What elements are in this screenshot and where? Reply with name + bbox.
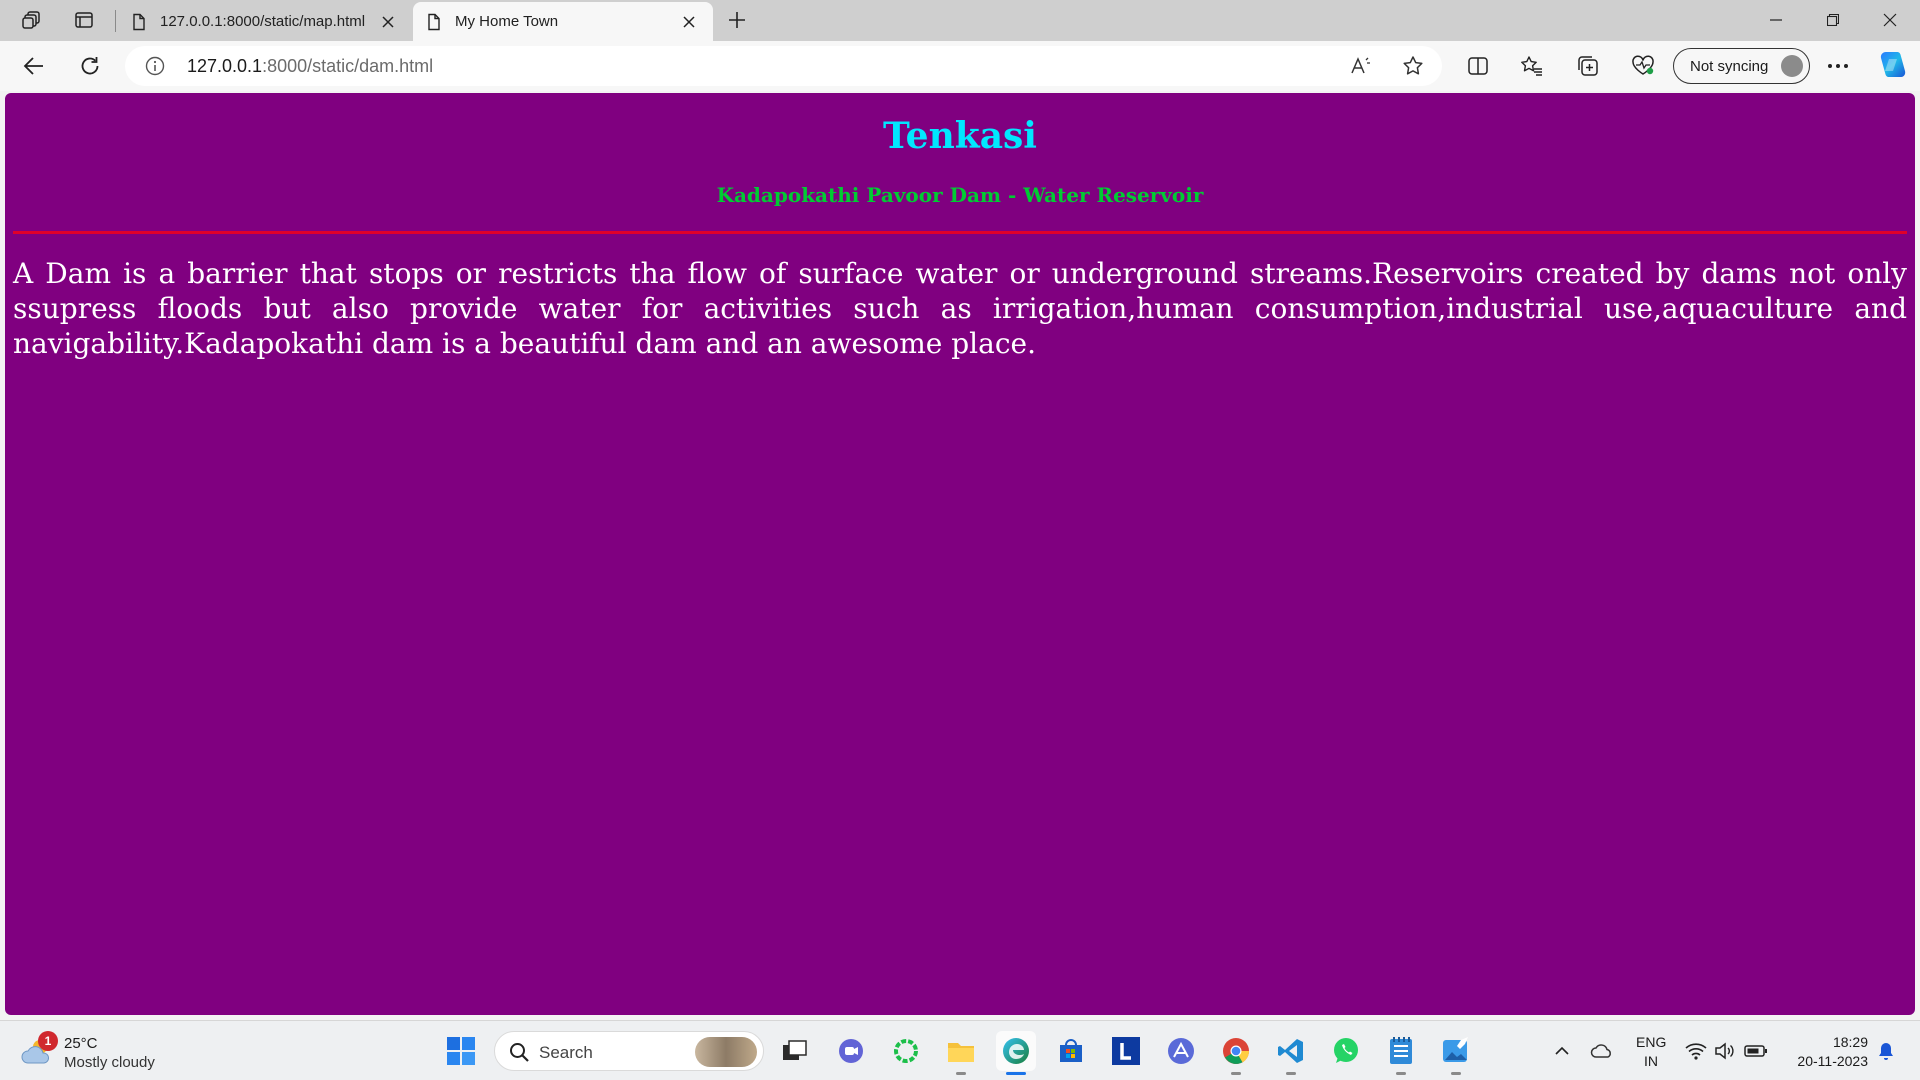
whatsapp-button[interactable] [1326,1031,1366,1071]
vscode-button[interactable] [1271,1031,1311,1075]
notepad-icon [1390,1037,1412,1064]
profile-avatar [1781,55,1803,77]
workspaces-icon[interactable] [14,4,50,36]
page-subtitle: Kadapokathi Pavoor Dam - Water Reservoir [716,183,1204,207]
photos-paint-icon [1443,1037,1468,1062]
system-clock[interactable]: 18:29 20-11-2023 [1784,1033,1868,1071]
volume-icon[interactable] [1713,1039,1737,1063]
search-highlight-image [695,1037,757,1067]
arc-app-button[interactable] [1161,1031,1201,1071]
battery-icon[interactable] [1744,1039,1768,1063]
copilot-icon[interactable] [1877,49,1909,81]
minimize-button[interactable] [1748,0,1804,40]
task-view-button[interactable] [775,1031,815,1071]
page-icon [428,13,440,30]
read-aloud-icon[interactable] [1349,54,1373,78]
new-tab-button[interactable] [720,4,754,36]
ring-app-icon [894,1039,918,1063]
taskbar-search[interactable]: Search [494,1031,764,1071]
not-syncing-button[interactable]: Not syncing [1673,48,1810,84]
onedrive-cloud-icon[interactable] [1590,1039,1614,1063]
show-hidden-icons-chevron-up-icon[interactable] [1550,1039,1574,1063]
browser-essentials-icon[interactable] [1625,48,1661,84]
chat-icon [839,1039,863,1063]
clock-date: 20-11-2023 [1797,1053,1868,1069]
active-indicator [1006,1072,1026,1075]
address-bar[interactable]: 127.0.0.1:8000/static/dam.html [125,46,1442,86]
whatsapp-icon [1334,1038,1358,1063]
close-icon[interactable] [677,10,701,34]
browser-toolbar: 127.0.0.1:8000/static/dam.html Not synci… [0,41,1920,91]
back-button[interactable] [16,48,52,84]
file-explorer-button[interactable] [941,1031,981,1075]
search-placeholder: Search [539,1043,593,1062]
notification-bell-icon[interactable] [1874,1039,1898,1063]
chrome-button[interactable] [1216,1031,1256,1075]
page-icon [133,13,145,30]
input-language-indicator[interactable]: ENG IN [1636,1033,1666,1071]
info-icon[interactable] [145,56,165,76]
l-app-button[interactable] [1106,1031,1146,1071]
running-indicator [1231,1072,1241,1075]
running-indicator [956,1072,966,1075]
close-icon[interactable] [376,10,400,34]
tab-actions-icon[interactable] [66,4,102,36]
running-indicator [1286,1072,1296,1075]
tab-separator [115,10,116,32]
page-title: Tenkasi [883,115,1037,157]
tab-title: 127.0.0.1:8000/static/map.html [160,13,366,30]
windows-taskbar: 1 25°C Mostly cloudy Search ENG IN 18:29… [0,1020,1920,1080]
task-view-icon [783,1040,807,1060]
split-screen-icon[interactable] [1460,48,1496,84]
l-app-icon [1112,1037,1140,1065]
arc-app-icon [1168,1038,1194,1064]
sync-label: Not syncing [1690,57,1769,75]
tab-strip: 127.0.0.1:8000/static/map.html My Home T… [0,0,1920,41]
collections-icon[interactable] [1570,48,1606,84]
search-icon [510,1043,529,1062]
tab-my-home-town[interactable]: My Home Town [413,2,713,41]
chrome-icon [1223,1038,1250,1064]
running-indicator [1396,1072,1406,1075]
paint-button[interactable] [1436,1031,1476,1075]
notepad-button[interactable] [1381,1031,1421,1075]
favorites-icon[interactable] [1514,48,1550,84]
restore-button[interactable] [1805,0,1861,40]
more-options-icon[interactable] [1820,48,1856,84]
tab-title: My Home Town [455,13,559,30]
teams-chat-button[interactable] [831,1031,871,1071]
horizontal-rule [13,231,1907,234]
start-button[interactable] [441,1031,481,1071]
favorite-star-icon[interactable] [1401,54,1425,78]
close-window-button[interactable] [1862,0,1918,40]
description-paragraph: A Dam is a barrier that stops or restric… [13,257,1907,360]
weather-description: Mostly cloudy [64,1054,155,1071]
language-code: ENG [1636,1034,1667,1050]
running-indicator [1451,1072,1461,1075]
store-icon [1060,1039,1082,1062]
windows-logo-icon [447,1037,475,1065]
url-text[interactable]: 127.0.0.1:8000/static/dam.html [187,56,433,77]
clock-time: 18:29 [1832,1034,1868,1050]
edge-button[interactable] [996,1031,1036,1075]
notification-badge: 1 [38,1031,58,1051]
edge-icon [1003,1038,1029,1064]
url-host: 127.0.0.1 [187,56,263,76]
app-ring-button[interactable] [886,1031,926,1071]
wifi-icon[interactable] [1684,1039,1708,1063]
url-path: :8000/static/dam.html [262,56,434,76]
folder-icon [948,1043,974,1062]
keyboard-region: IN [1644,1053,1658,1069]
weather-widget[interactable]: 1 25°C Mostly cloudy [20,1031,170,1073]
refresh-button[interactable] [72,48,108,84]
tab-map[interactable]: 127.0.0.1:8000/static/map.html [118,2,412,41]
weather-temperature: 25°C [64,1035,98,1052]
page-viewport: Tenkasi Kadapokathi Pavoor Dam - Water R… [5,93,1915,1015]
store-button[interactable] [1051,1031,1091,1071]
vscode-icon [1278,1039,1303,1063]
